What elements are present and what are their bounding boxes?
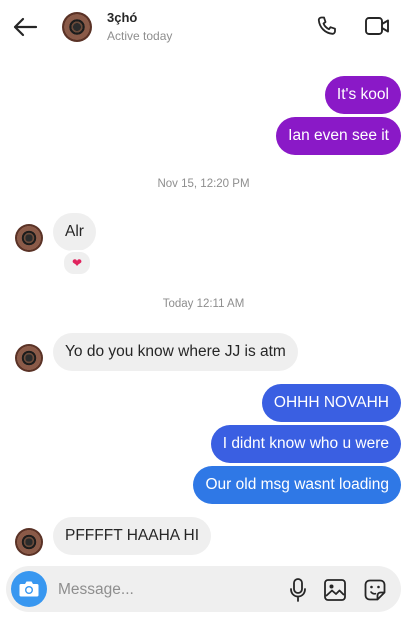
chat-header: 3çhó Active today [0,0,407,56]
back-arrow-icon [13,17,38,37]
voice-message-button[interactable] [283,575,313,605]
message-input[interactable] [56,577,270,603]
contact-name[interactable]: 3çhó [107,10,137,25]
message-outgoing[interactable]: Ian even see it [276,117,401,155]
sticker-icon [364,579,386,601]
sticker-button[interactable] [360,575,390,605]
sender-avatar[interactable] [15,344,43,372]
sender-avatar[interactable] [15,528,43,556]
message-outgoing[interactable]: It's kool [324,76,401,114]
message-composer [6,566,401,612]
video-call-button[interactable] [362,11,392,41]
contact-status: Active today [107,29,173,43]
message-incoming[interactable]: Yo do you know where JJ is atm [53,333,298,371]
contact-avatar[interactable] [62,12,92,42]
voice-call-button[interactable] [312,11,342,41]
phone-icon [317,16,336,35]
gallery-button[interactable] [320,575,350,605]
back-button[interactable] [10,12,40,42]
timestamp: Today 12:11 AM [162,298,245,310]
heart-reaction[interactable]: ❤ [62,250,92,276]
video-camera-icon [365,17,389,35]
message-outgoing[interactable]: OHHH NOVAHH [261,384,401,422]
timestamp: Nov 15, 12:20 PM [157,178,250,190]
heart-icon: ❤ [71,256,83,270]
message-incoming[interactable]: Alr [53,213,96,251]
microphone-icon [290,578,306,602]
image-gallery-icon [324,579,346,601]
message-outgoing[interactable]: I didnt know who u were [210,425,401,463]
message-incoming[interactable]: PFFFFT HAAHA HI [53,517,212,555]
camera-button[interactable] [11,571,47,607]
message-outgoing[interactable]: Our old msg wasnt loading [193,466,401,504]
sender-avatar[interactable] [15,224,43,252]
camera-icon [19,581,39,597]
